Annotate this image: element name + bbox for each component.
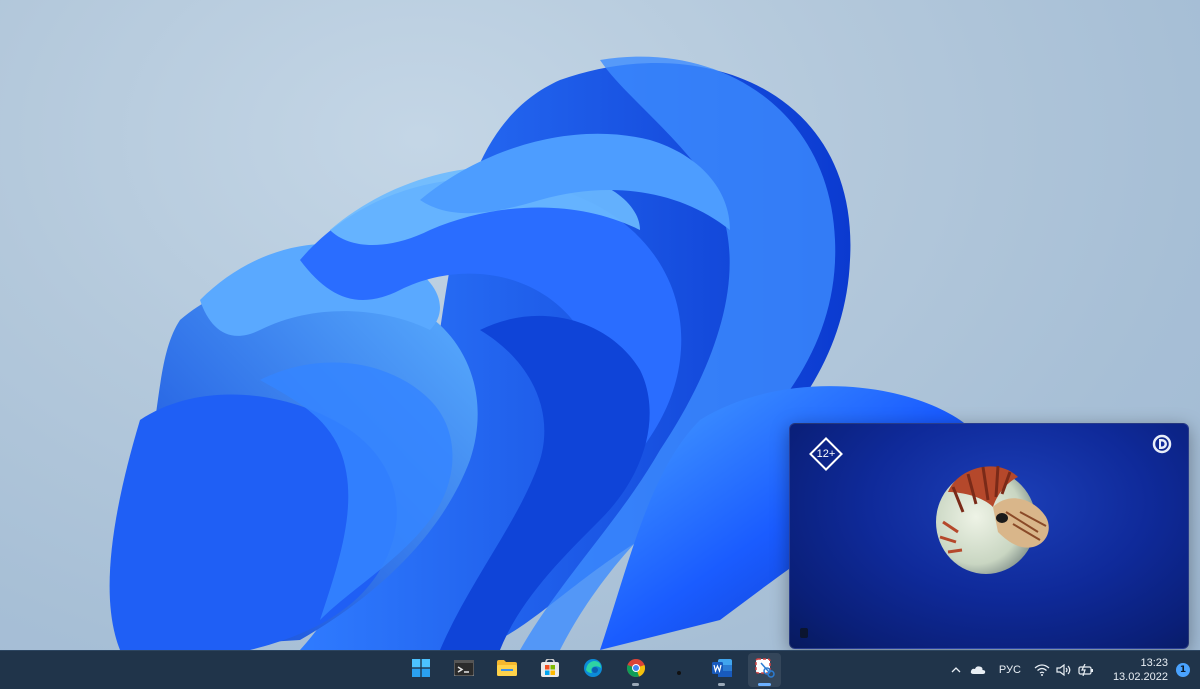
discovery-logo-icon: [1152, 434, 1172, 454]
clock-time: 13:23: [1140, 657, 1168, 669]
snipping-tool-icon: [754, 658, 775, 682]
store-button[interactable]: [533, 653, 566, 687]
age-rating-badge: 12+: [808, 436, 844, 472]
video-pip-window[interactable]: 12+: [789, 423, 1189, 649]
word-button[interactable]: [705, 653, 738, 687]
running-indicator: [632, 683, 639, 686]
notification-count-badge[interactable]: 1: [1176, 663, 1190, 677]
word-icon: [711, 659, 732, 681]
show-hidden-icons-chevron-up-icon[interactable]: [945, 659, 967, 681]
taskbar-apps: [404, 651, 781, 689]
active-indicator: [758, 683, 771, 686]
system-clock[interactable]: 13:23 13.02.2022: [1113, 656, 1168, 684]
dot-icon: [676, 661, 682, 680]
taskbar: РУС 13:23 13.02.2022 1: [0, 650, 1200, 689]
terminal-button[interactable]: [447, 653, 480, 687]
system-tray: РУС 13:23 13.02.2022 1: [945, 651, 1200, 689]
start-button[interactable]: [404, 653, 437, 687]
folder-icon: [496, 660, 517, 680]
unknown-app-button[interactable]: [662, 653, 695, 687]
wifi-icon[interactable]: [1031, 659, 1053, 681]
clock-date: 13.02.2022: [1112, 671, 1168, 683]
nautilus-shell-image: [928, 452, 1063, 582]
battery-icon[interactable]: [1075, 659, 1097, 681]
chrome-icon: [626, 658, 646, 682]
windows-logo-icon: [411, 659, 430, 681]
edge-button[interactable]: [576, 653, 609, 687]
edge-icon: [583, 658, 603, 682]
file-explorer-button[interactable]: [490, 653, 523, 687]
pip-control-icon[interactable]: [800, 628, 808, 638]
input-language-indicator[interactable]: РУС: [999, 664, 1021, 676]
snipping-tool-button[interactable]: [748, 653, 781, 687]
store-icon: [540, 658, 559, 681]
volume-icon[interactable]: [1053, 659, 1075, 681]
age-rating-label: 12+: [816, 448, 836, 460]
onedrive-cloud-icon[interactable]: [967, 659, 989, 681]
chrome-button[interactable]: [619, 653, 652, 687]
terminal-icon: [453, 659, 474, 680]
running-indicator: [718, 683, 725, 686]
